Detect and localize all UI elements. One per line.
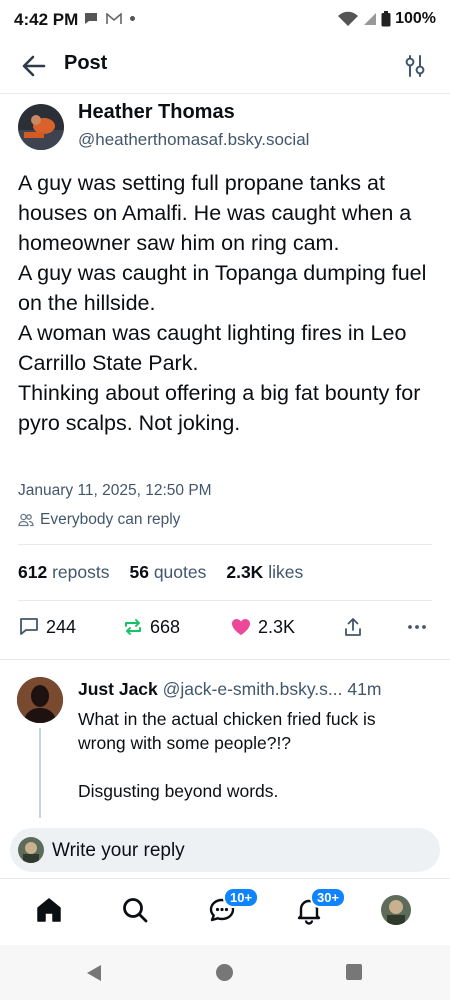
message-notification-icon: [85, 13, 97, 24]
share-button[interactable]: [342, 616, 364, 638]
chat-badge: 10+: [223, 887, 260, 908]
reply-author-handle[interactable]: @jack-e-smith.bsky.s...: [163, 679, 343, 699]
nav-notifications[interactable]: 30+: [294, 887, 347, 925]
system-home-icon[interactable]: [216, 964, 233, 981]
reply-composer[interactable]: Write your reply: [10, 828, 440, 872]
sliders-icon[interactable]: [402, 53, 428, 79]
top-header: Post: [0, 42, 450, 94]
system-recents-icon[interactable]: [346, 964, 362, 980]
nav-profile[interactable]: [381, 895, 411, 925]
battery-percent: 100%: [395, 10, 436, 27]
post-stats: 612 reposts 56 quotes 2.3K likes: [18, 562, 303, 583]
dot-icon: [130, 16, 135, 21]
nav-home[interactable]: [34, 895, 64, 925]
thread-line: [39, 728, 41, 818]
like-count: 2.3K: [258, 616, 296, 637]
gmail-icon: [106, 12, 122, 24]
reply-header: Just Jack @jack-e-smith.bsky.s... 41m: [78, 679, 381, 700]
signal-icon: [364, 13, 377, 25]
like-button[interactable]: 2.3K: [230, 616, 295, 638]
system-navigation-bar: [0, 945, 450, 1000]
notifications-badge: 30+: [310, 887, 347, 908]
author-handle[interactable]: @heatherthomasaf.bsky.social: [78, 130, 309, 150]
author-name[interactable]: Heather Thomas: [78, 101, 235, 124]
post-actions: 244 668 2.3K: [18, 616, 432, 642]
reply-avatar[interactable]: [17, 677, 63, 723]
people-icon: [18, 513, 34, 527]
quotes-stat[interactable]: 56 quotes: [129, 562, 206, 583]
bottom-nav: 10+ 30+: [0, 878, 450, 942]
reply-setting-label: Everybody can reply: [40, 511, 181, 528]
status-right: 100%: [337, 10, 436, 28]
divider: [18, 544, 432, 545]
system-back-icon[interactable]: [86, 964, 102, 982]
post-timestamp: January 11, 2025, 12:50 PM: [18, 482, 212, 499]
reply-count: 244: [46, 616, 77, 637]
nav-chat[interactable]: 10+: [207, 887, 260, 925]
nav-search[interactable]: [120, 895, 150, 925]
repost-button[interactable]: 668: [122, 616, 180, 638]
divider: [0, 659, 450, 660]
wifi-icon: [338, 11, 359, 26]
author-avatar[interactable]: [18, 104, 64, 150]
comment-icon: [20, 618, 38, 635]
home-icon: [37, 898, 61, 922]
share-icon: [345, 618, 361, 636]
more-options-button[interactable]: [406, 616, 428, 638]
battery-icon: [381, 11, 391, 27]
reply-body: What in the actual chicken fried fuck is…: [78, 709, 376, 801]
repost-count: 668: [150, 616, 181, 637]
reposts-stat[interactable]: 612 reposts: [18, 562, 109, 583]
profile-avatar-icon: [381, 895, 411, 925]
back-arrow-icon[interactable]: [20, 52, 48, 80]
reply-input[interactable]: Write your reply: [52, 840, 185, 862]
post-body: A guy was setting full propane tanks at …: [18, 171, 427, 435]
ellipsis-icon: [408, 625, 426, 629]
reply-button[interactable]: 244: [18, 616, 76, 638]
status-time: 4:42 PM: [14, 10, 79, 29]
reply-author-name[interactable]: Just Jack: [78, 679, 158, 699]
notification-icons: [84, 12, 135, 25]
divider: [18, 600, 432, 601]
likes-stat[interactable]: 2.3K likes: [226, 562, 303, 583]
reply-setting: Everybody can reply: [18, 511, 180, 529]
search-icon: [123, 898, 148, 923]
composer-avatar: [18, 837, 44, 863]
repost-icon: [125, 619, 141, 635]
reply-time: 41m: [347, 679, 382, 699]
page-title: Post: [64, 52, 108, 74]
heart-icon: [232, 619, 250, 635]
status-bar: 4:42 PM 100%: [0, 0, 450, 42]
